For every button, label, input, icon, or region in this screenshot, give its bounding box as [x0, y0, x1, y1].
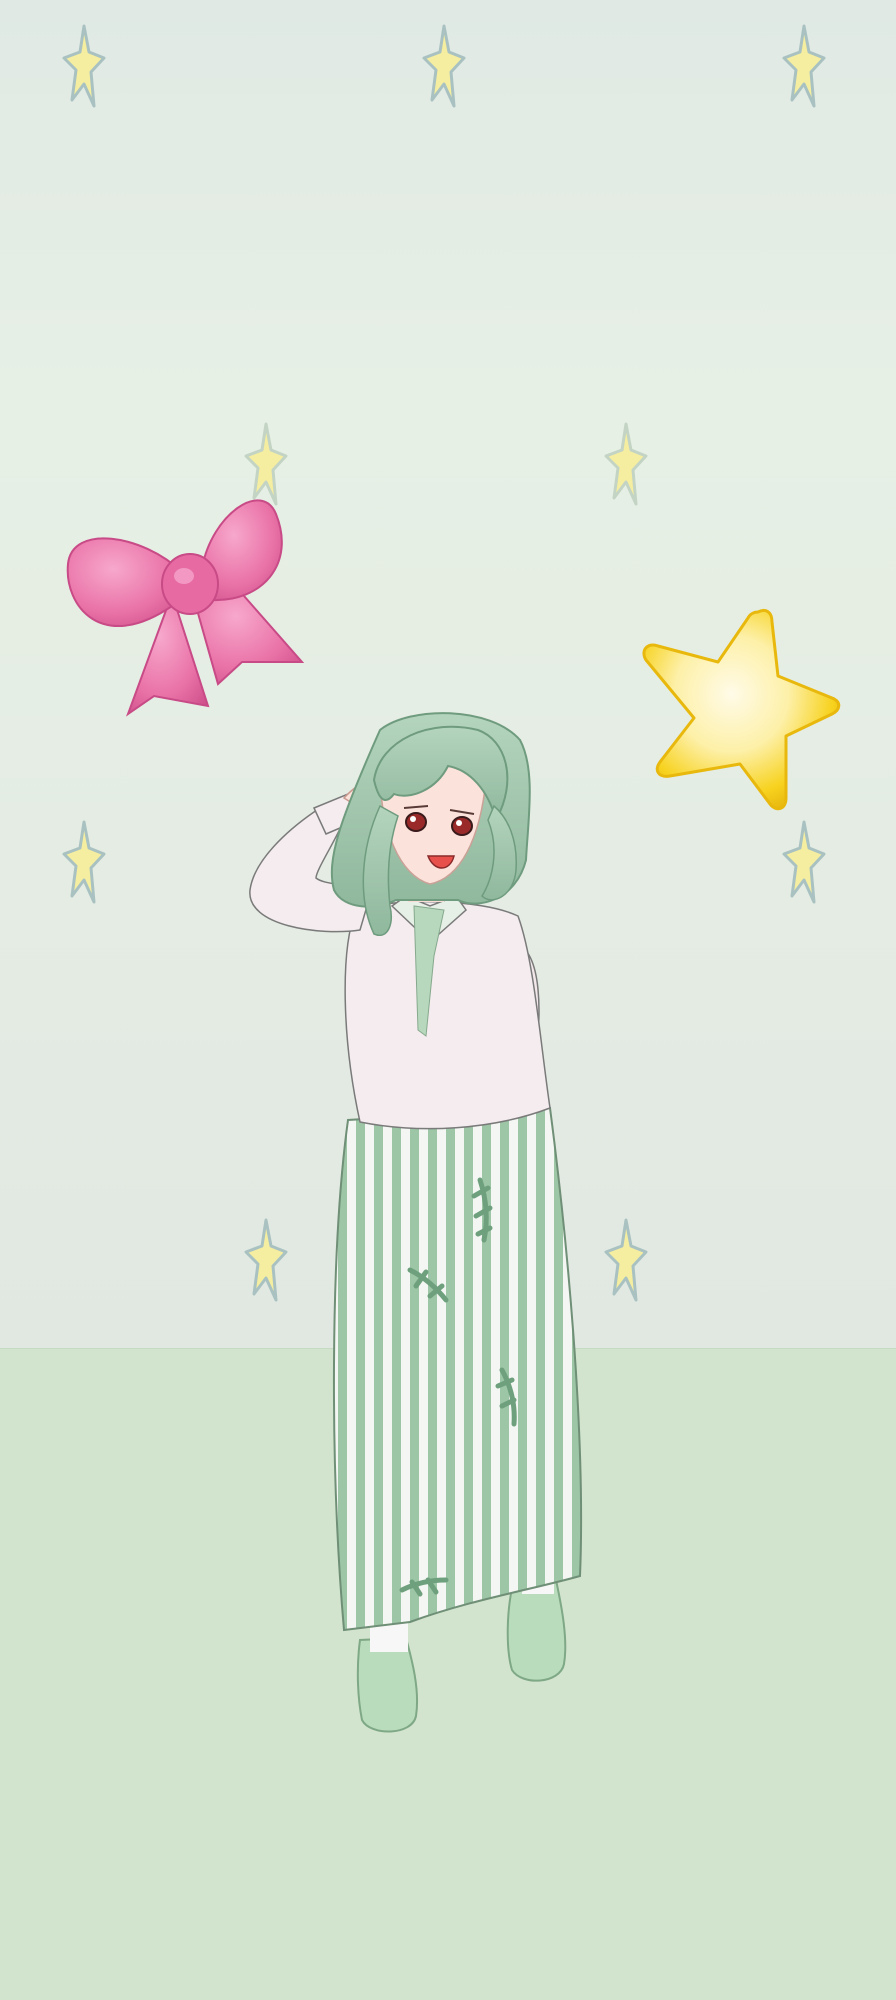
- avatar: [249, 712, 583, 1733]
- scene: [0, 0, 896, 2000]
- star-icon: [642, 608, 841, 811]
- star-icon: [604, 422, 648, 506]
- star-icon: [782, 24, 826, 108]
- bow-icon: [66, 499, 305, 717]
- star-icon: [62, 820, 106, 904]
- star-icon: [422, 24, 466, 108]
- star-icon: [782, 820, 826, 904]
- star-icon: [62, 24, 106, 108]
